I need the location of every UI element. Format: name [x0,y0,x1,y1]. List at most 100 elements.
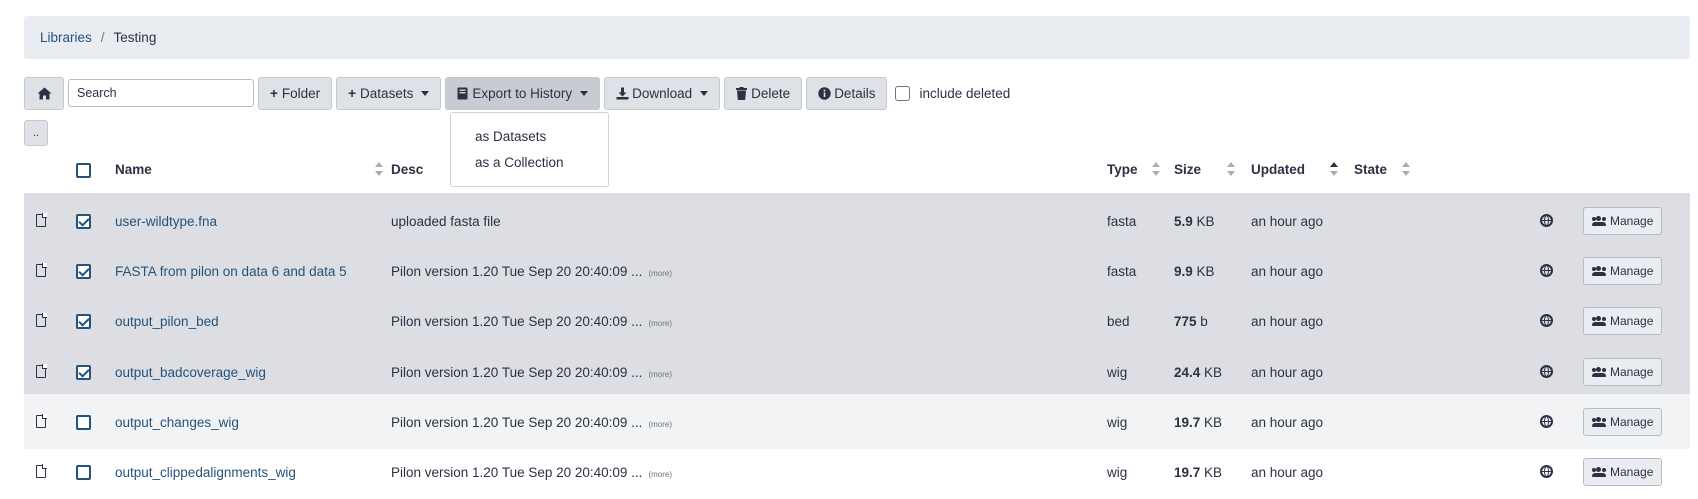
manage-button[interactable]: Manage [1583,307,1663,335]
datasets-label: Datasets [360,85,414,101]
column-header-updated[interactable]: Updated [1251,162,1305,177]
dataset-name-cell: output_pilon_bed [115,314,219,329]
caret-down-icon [421,90,430,96]
users-icon [1592,417,1606,427]
row-select-checkbox[interactable] [76,264,91,279]
size-value: 5.9 [1174,214,1193,229]
table-row: FASTA from pilon on data 6 and data 5 Pil… [24,243,1690,298]
column-header-size[interactable]: Size [1174,162,1201,177]
updated-cell: an hour ago [1251,365,1324,380]
breadcrumb-separator: / [100,30,105,45]
export-as-datasets-item[interactable]: as Datasets [475,129,546,144]
select-all-checkbox[interactable] [76,163,91,178]
size-value: 775 [1174,314,1197,329]
size-unit: KB [1196,214,1215,229]
description-text: Pilon version 1.20 Tue Sep 20 20:40:09 .… [391,415,643,430]
size-unit: KB [1204,465,1223,480]
size-unit: KB [1196,264,1215,279]
updated-cell: an hour ago [1251,264,1324,279]
manage-label: Manage [1610,214,1654,228]
parent-folder-button[interactable]: .. [24,120,48,146]
manage-button[interactable]: Manage [1583,257,1663,285]
manage-button[interactable]: Manage [1583,207,1663,235]
file-icon [36,213,47,227]
manage-button[interactable]: Manage [1583,408,1663,436]
description-cell: Pilon version 1.20 Tue Sep 20 20:40:09 .… [391,365,672,380]
add-folder-button[interactable]: + Folder [258,76,333,110]
type-cell: fasta [1107,264,1137,279]
globe-icon [1540,415,1553,428]
add-datasets-button[interactable]: + Datasets [336,76,442,110]
sort-ascending-icon[interactable] [1330,162,1338,177]
search-input[interactable] [68,79,254,107]
column-header-type[interactable]: Type [1107,162,1138,177]
users-icon [1592,367,1606,377]
dataset-name-link[interactable]: output_pilon_bed [115,314,219,329]
size-cell: 19.7 KB [1174,465,1222,480]
more-link[interactable]: (more) [648,319,672,328]
size-value: 24.4 [1174,365,1201,380]
file-icon [36,364,47,378]
row-select-checkbox[interactable] [76,465,91,480]
column-header-state[interactable]: State [1354,162,1387,177]
row-select-checkbox[interactable] [76,415,91,430]
dataset-name-cell: output_clippedalignments_wig [115,465,296,480]
include-deleted-toggle[interactable]: include deleted [895,85,1010,101]
file-icon [36,414,47,428]
sort-icon[interactable] [1152,162,1160,177]
dataset-name-link[interactable]: FASTA from pilon on data 6 and data 5 [115,264,347,279]
dataset-name-cell: FASTA from pilon on data 6 and data 5 [115,264,347,279]
row-select-checkbox[interactable] [76,214,91,229]
sort-icon[interactable] [1227,162,1235,177]
export-to-history-button[interactable]: Export to History [445,76,601,110]
dataset-name-link[interactable]: user-wildtype.fna [115,214,217,229]
description-cell: uploaded fasta file [391,214,507,229]
type-cell: wig [1107,465,1128,480]
home-button[interactable] [24,76,64,110]
manage-button[interactable]: Manage [1583,358,1663,386]
row-select-checkbox[interactable] [76,314,91,329]
folder-label: Folder [281,85,321,101]
type-cell: wig [1107,365,1128,380]
table-row: output_pilon_bed Pilon version 1.20 Tue S… [24,293,1690,348]
more-link[interactable]: (more) [648,370,672,379]
more-link[interactable]: (more) [648,269,672,278]
dataset-name-link[interactable]: output_clippedalignments_wig [115,465,296,480]
row-select-checkbox[interactable] [76,365,91,380]
dataset-name-link[interactable]: output_changes_wig [115,415,239,430]
include-deleted-checkbox[interactable] [895,85,911,101]
caret-down-icon [580,90,589,96]
delete-button[interactable]: Delete [724,76,803,110]
delete-label: Delete [751,85,791,101]
size-cell: 5.9 KB [1174,214,1215,229]
more-link[interactable]: (more) [648,470,672,479]
users-icon [1592,467,1606,477]
export-as-collection-item[interactable]: as a Collection [475,155,564,170]
size-value: 19.7 [1174,465,1201,480]
manage-button[interactable]: Manage [1583,458,1663,486]
column-header-name[interactable]: Name [115,162,152,177]
table-row: user-wildtype.fna uploaded fasta file fast… [24,193,1690,248]
details-button[interactable]: Details [806,76,888,110]
breadcrumb-libraries-link[interactable]: Libraries [40,30,92,45]
column-header-description[interactable]: Desc [391,162,423,177]
more-link[interactable]: (more) [648,420,672,429]
type-cell: fasta [1107,214,1137,229]
manage-label: Manage [1610,415,1654,429]
download-icon [616,87,629,99]
dataset-name-cell: user-wildtype.fna [115,214,217,229]
table-header: Name Desc Type Size Updated State [24,151,1690,191]
download-button[interactable]: Download [604,76,721,110]
globe-icon [1540,365,1553,378]
size-unit: KB [1204,365,1223,380]
sort-icon[interactable] [1402,162,1410,177]
caret-down-icon [700,90,709,96]
sort-icon[interactable] [375,162,383,177]
size-value: 9.9 [1174,264,1193,279]
updated-cell: an hour ago [1251,465,1324,480]
description-text: Pilon version 1.20 Tue Sep 20 20:40:09 .… [391,264,643,279]
size-value: 19.7 [1174,415,1201,430]
users-icon [1592,316,1606,326]
home-icon [37,87,51,99]
dataset-name-link[interactable]: output_badcoverage_wig [115,365,266,380]
